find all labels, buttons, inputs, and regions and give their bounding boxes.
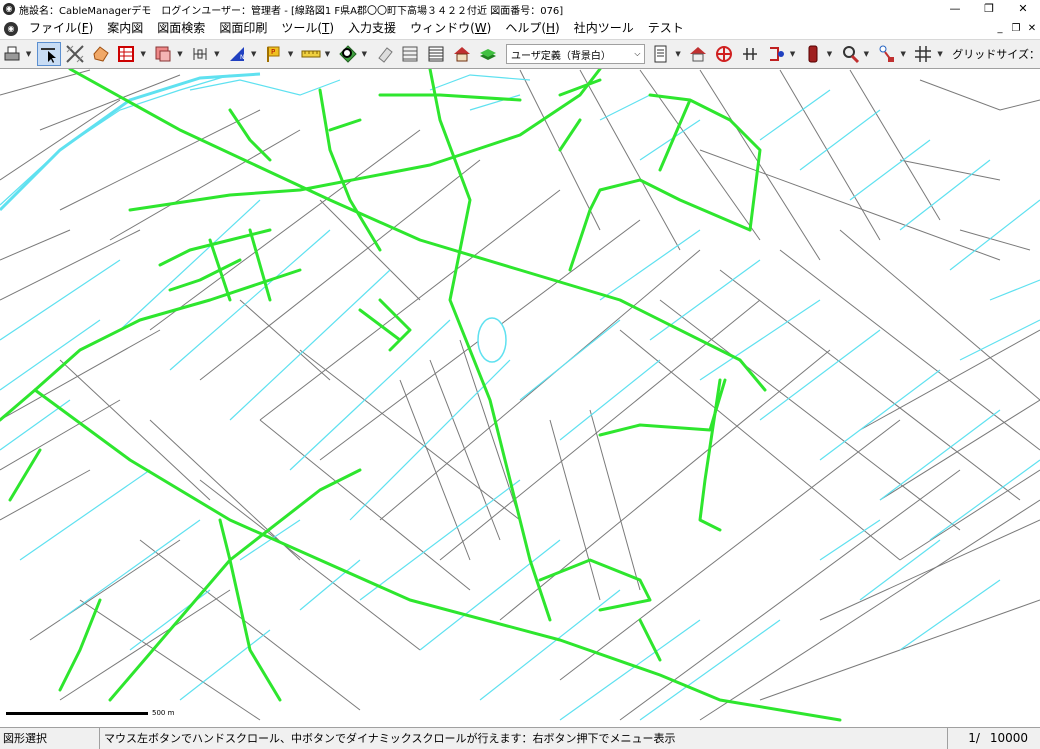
north-arrow-icon[interactable]: N [225,42,249,66]
child-restore-button[interactable]: ❐ [1008,23,1024,34]
status-bar: 図形選択 マウス左ボタンでハンドスクロール、中ボタンでダイナミックスクロールが行… [0,727,1040,749]
chevron-down-icon[interactable]: ▼ [140,50,148,58]
eraser-icon[interactable] [373,42,397,66]
chevron-down-icon[interactable]: ▼ [325,50,333,58]
chevron-down-icon[interactable]: ▼ [177,50,185,58]
svg-text:P: P [271,48,275,56]
menu-tools[interactable]: ツール(T) [274,18,341,39]
status-scale: 1/ 10000 [948,728,1040,749]
maximize-button[interactable]: ❐ [972,0,1006,18]
flag-marker-icon[interactable]: P [262,42,286,66]
document-system-icon[interactable]: ◉ [4,21,18,36]
layer-icon[interactable] [151,42,175,66]
status-page: 1/ [968,731,980,745]
child-close-button[interactable]: ✕ [1024,23,1040,34]
chevron-down-icon[interactable]: ▼ [214,50,222,58]
window-title: 施設名：CableManagerデモ ログインユーザー：管理者 - [線路図1 … [19,5,564,17]
crossed-lines-icon[interactable] [63,42,87,66]
search-zoom-icon[interactable] [838,42,862,66]
cable-routes [0,69,842,722]
grid-icon[interactable] [911,42,935,66]
app-icon[interactable]: ◉ [3,3,15,15]
chevron-down-icon[interactable]: ▼ [362,50,370,58]
chevron-down-icon[interactable]: ▼ [827,50,835,58]
child-minimize-button[interactable]: _ [992,23,1008,34]
select-pointer-icon[interactable] [36,42,61,66]
display-style-select[interactable]: ユーザ定義（背景白） ⌵ [506,44,646,64]
toolbar: ▼ ▼ ▼ ▼ N ▼ P ▼ ▼ ▼ ユーザ定義（背景白） ⌵ ▼ ▼ ▼ ▼… [0,40,1040,69]
layers-stack-icon[interactable] [476,42,500,66]
grid-size-label: グリッドサイズ： [952,48,1040,61]
map-canvas[interactable]: 500 m [0,69,1040,726]
scale-bar-label: 500 m [152,709,175,717]
status-message: マウス左ボタンでハンドスクロール、中ボタンでダイナミックスクロールが行えます：右… [100,728,948,749]
ruler-icon[interactable] [299,42,323,66]
menu-drawing-search[interactable]: 図面検索 [150,18,212,39]
map-drawing[interactable] [0,69,1040,726]
chevron-down-icon[interactable]: ▼ [26,50,34,58]
cabinet-icon[interactable] [801,42,825,66]
chevron-down-icon[interactable]: ▼ [251,50,259,58]
chevron-down-icon: ⌵ [634,49,641,58]
pond [477,317,507,363]
menu-bar: ◉ ファイル(F) 案内図 図面検索 図面印刷 ツール(T) 入力支援 ウィンド… [0,18,1040,40]
menu-guide-map[interactable]: 案内図 [100,18,150,39]
chevron-down-icon[interactable]: ▼ [937,50,945,58]
pole-symbol-icon[interactable] [712,42,736,66]
route-icon[interactable] [875,42,899,66]
chevron-down-icon[interactable]: ▼ [900,50,908,58]
cable-connect-icon[interactable] [764,42,788,66]
menu-file[interactable]: ファイル(F) [22,18,100,39]
chevron-down-icon[interactable]: ▼ [864,50,872,58]
chevron-down-icon[interactable]: ▼ [288,50,296,58]
scale-bar-line [6,711,148,715]
scale-bar: 500 m [6,709,174,717]
minimize-button[interactable]: — [938,0,972,18]
polygon-select-icon[interactable] [89,42,113,66]
chevron-down-icon[interactable]: ▼ [675,50,683,58]
layer-list-icon[interactable] [398,42,422,66]
magnifier-map-icon[interactable] [336,42,360,66]
water-lines [0,74,1040,721]
menu-internal-tools[interactable]: 社内ツール [567,18,641,39]
chevron-down-icon[interactable]: ▼ [790,50,798,58]
split-line-icon[interactable] [738,42,762,66]
document-icon[interactable] [649,42,673,66]
dimension-icon[interactable] [188,42,212,66]
house-edit-icon[interactable] [686,42,710,66]
house-icon[interactable] [450,42,474,66]
print-icon[interactable] [0,42,24,66]
title-bar: ◉ 施設名：CableManagerデモ ログインユーザー：管理者 - [線路図… [0,0,1040,19]
grid-table-icon[interactable] [424,42,448,66]
parcel-lines [0,69,1040,721]
menu-input-support[interactable]: 入力支援 [341,18,403,39]
menu-test[interactable]: テスト [641,18,691,39]
svg-text:N: N [240,54,245,61]
menu-window[interactable]: ウィンドウ(W) [403,18,498,39]
menu-help[interactable]: ヘルプ(H) [498,18,566,39]
close-button[interactable]: ✕ [1006,0,1040,18]
status-scale-value: 10000 [989,731,1028,745]
table-icon[interactable] [115,42,139,66]
status-mode: 図形選択 [0,728,100,749]
menu-drawing-print[interactable]: 図面印刷 [212,18,274,39]
